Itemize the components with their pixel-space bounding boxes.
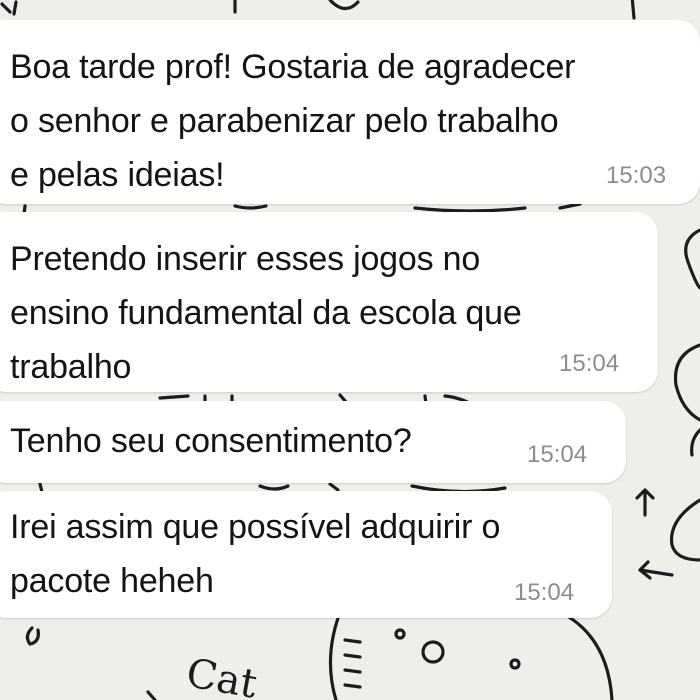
- doodle-stroke-j: [328, 482, 340, 492]
- doodle-top-curve: [328, 0, 360, 11]
- doodle-top-right: [630, 0, 636, 20]
- doodle-cat-text: Cat: [183, 650, 260, 700]
- doodle-bottom-hook: [146, 690, 157, 700]
- doodle-small-circle: [394, 628, 406, 640]
- message-bubble[interactable]: Boa tarde prof! Gostaria de agradecer o …: [0, 20, 700, 204]
- doodle-arrow-up: [635, 488, 655, 517]
- doodle-top-left: [0, 0, 18, 16]
- message-bubble[interactable]: Irei assim que possível adquirir o pacot…: [0, 491, 612, 618]
- message-bubble[interactable]: Tenho seu consentimento? 15:04: [0, 401, 626, 483]
- doodle-stroke-d: [558, 202, 582, 210]
- doodle-arrow-left: [638, 560, 674, 580]
- message-text: Pretendo inserir esses jogos no ensino f…: [10, 240, 522, 386]
- message-timestamp: 15:04: [527, 441, 588, 468]
- message-timestamp: 15:04: [559, 350, 620, 377]
- doodle-dot-circle: [509, 658, 521, 670]
- message-timestamp: 15:03: [606, 162, 667, 189]
- message-text: Irei assim que possível adquirir o pacot…: [10, 508, 501, 600]
- message-text: Tenho seu consentimento?: [10, 422, 412, 460]
- doodle-right-curve: [669, 498, 700, 562]
- doodle-mid-circle: [421, 640, 445, 664]
- doodle-can-outline: [328, 616, 362, 700]
- doodle-stroke-c: [413, 206, 527, 213]
- doodle-stroke-i: [258, 484, 290, 491]
- message-bubble[interactable]: Pretendo inserir esses jogos no ensino f…: [0, 212, 658, 392]
- message-timestamp: 15:04: [514, 579, 575, 606]
- doodle-bottom-left: [25, 626, 40, 646]
- doodle-right-figure: [673, 343, 700, 457]
- doodle-right-loop: [684, 228, 700, 290]
- doodle-stroke-b: [233, 204, 268, 210]
- doodle-big-circle: [363, 602, 614, 700]
- message-text: Boa tarde prof! Gostaria de agradecer o …: [10, 48, 576, 194]
